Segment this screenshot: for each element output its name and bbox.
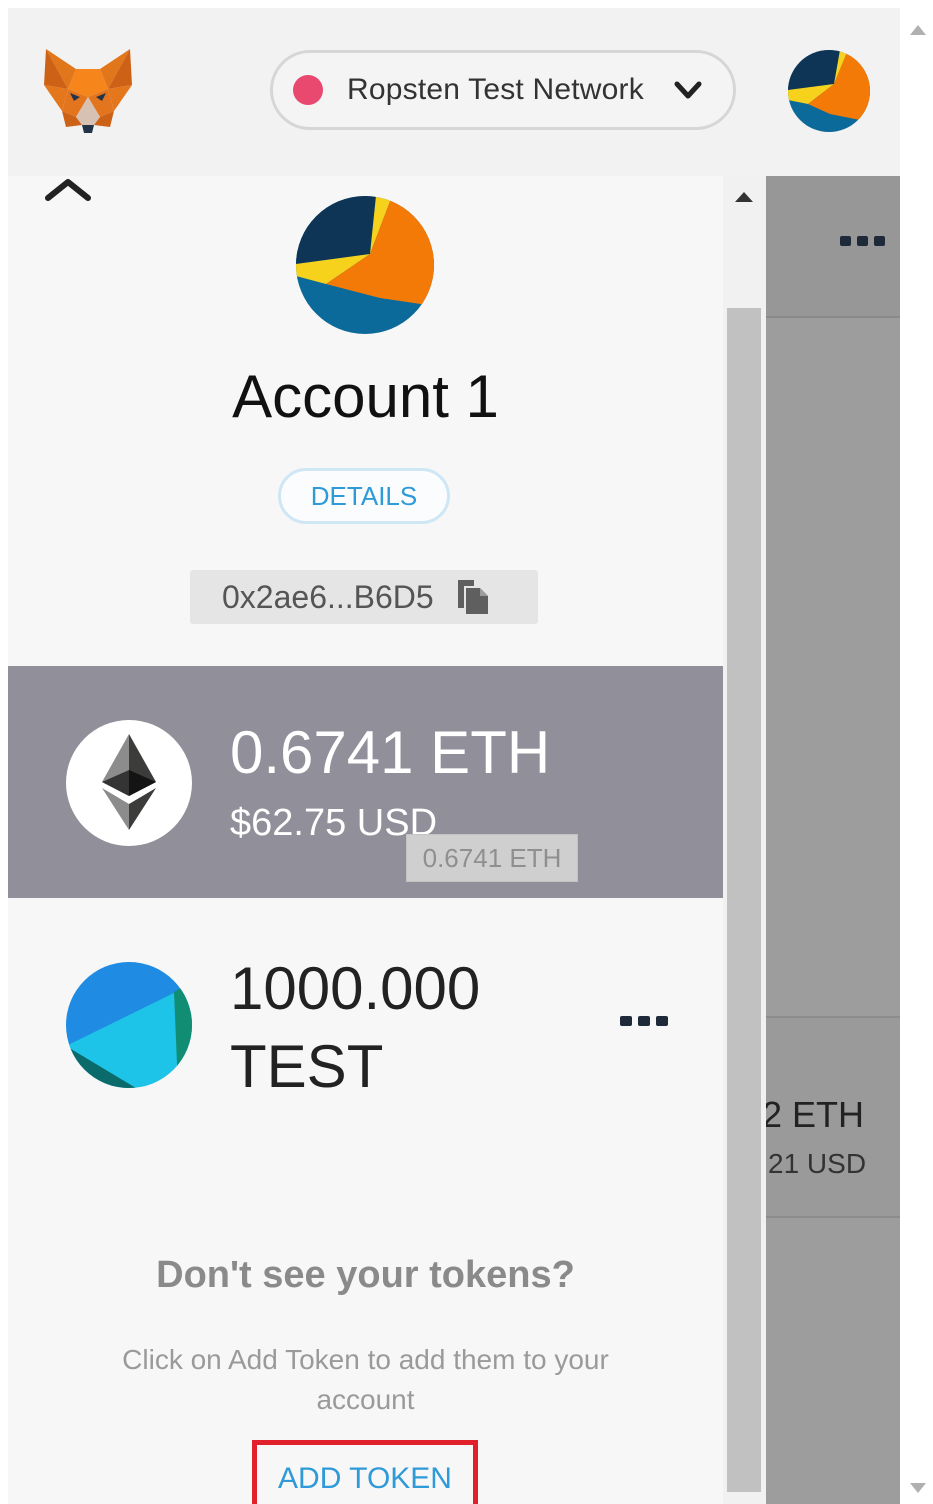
scroll-up-arrow-icon[interactable] — [908, 22, 928, 38]
eth-amount: 0.6741 ETH — [230, 719, 551, 786]
more-dots-icon[interactable] — [620, 1014, 668, 1028]
scrollbar-thumb[interactable] — [727, 308, 761, 1492]
background-usd-amount: 21 USD — [768, 1148, 867, 1179]
background-eth-amount: 2 ETH — [762, 1094, 865, 1135]
empty-state-title: Don't see your tokens? — [156, 1254, 575, 1296]
ethereum-logo — [66, 720, 192, 846]
add-token-button[interactable]: ADD TOKEN — [252, 1440, 478, 1504]
account-name: Account 1 — [232, 363, 499, 430]
address-text: 0x2ae6...B6D5 — [222, 578, 434, 615]
metamask-fox-icon[interactable] — [40, 45, 136, 135]
account-avatar[interactable] — [788, 50, 870, 132]
network-selector[interactable]: Ropsten Test Network — [270, 50, 736, 130]
chevron-down-icon — [674, 81, 702, 99]
background-panel — [766, 176, 900, 1504]
copy-icon[interactable] — [454, 578, 490, 616]
account-address[interactable]: 0x2ae6...B6D5 — [190, 570, 538, 624]
eth-balance-row[interactable]: 0.6741 ETH $62.75 USD 0.6741 ETH — [8, 666, 723, 898]
token-identicon — [66, 962, 192, 1088]
account-panel: Account 1 DETAILS 0x2ae6...B6D5 0.6741 E… — [8, 176, 723, 1504]
token-amount: 1000.000 — [230, 955, 481, 1022]
account-identicon — [296, 196, 434, 334]
network-status-dot — [293, 75, 323, 105]
details-button[interactable]: DETAILS — [278, 468, 450, 524]
empty-state-description: Click on Add Token to add them to your a… — [122, 1344, 609, 1415]
scroll-up-arrow-icon[interactable] — [734, 190, 754, 206]
token-symbol: TEST — [230, 1033, 384, 1100]
more-dots-icon[interactable] — [840, 234, 886, 248]
scroll-down-arrow-icon[interactable] — [908, 1480, 928, 1496]
chevron-up-icon[interactable] — [40, 176, 96, 206]
token-row[interactable]: 1000.000 TEST — [8, 898, 723, 1138]
window-scrollbar[interactable] — [900, 8, 933, 1504]
balance-tooltip: 0.6741 ETH — [406, 834, 578, 882]
ethereum-icon — [102, 734, 156, 830]
network-name: Ropsten Test Network — [347, 73, 644, 106]
